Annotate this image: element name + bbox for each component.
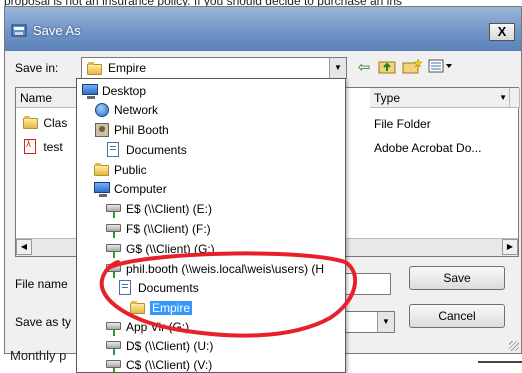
view-menu-icon[interactable] [427,58,455,78]
resize-grip-icon[interactable] [509,341,519,351]
file-row-type: Adobe Acrobat Do... [374,141,482,155]
dropdown-item-drive-h[interactable]: phil.booth (\\weis.local\weis\users) (H [105,259,324,278]
dialog-title: Save As [33,23,81,38]
file-row-name: Clas [43,116,68,130]
save-in-value: Empire [108,61,147,75]
save-button[interactable]: Save [409,266,505,290]
close-button[interactable]: X [489,23,515,41]
dropdown-item-network[interactable]: Network [93,100,158,118]
back-arrow-icon[interactable]: ⇦ [355,58,373,78]
save-in-dropdown-list[interactable]: Desktop Network Phil Booth Documents Pub… [76,78,346,373]
dropdown-item-app-vir[interactable]: App Vir (G:) [105,317,189,336]
column-type-label: Type [374,91,401,105]
dropdown-item-h-documents[interactable]: Documents [117,278,199,296]
chevron-down-icon[interactable]: ▼ [329,58,346,78]
file-row-type: File Folder [374,117,431,131]
file-name-label: File name [15,277,68,291]
documents-icon [117,279,135,296]
user-icon [93,122,111,138]
network-drive-icon [105,261,123,278]
folder-icon [22,115,40,131]
scroll-left-icon[interactable]: ◀ [16,239,32,255]
drive-icon [105,357,123,372]
dropdown-item-drive-v[interactable]: C$ (\\Client) (V:) [105,355,212,372]
drive-icon [105,319,123,336]
dropdown-item-drive-u[interactable]: D$ (\\Client) (U:) [105,336,213,355]
dropdown-item-drive-f[interactable]: F$ (\\Client) (F:) [105,219,211,238]
column-name-label: Name [20,91,53,105]
dropdown-item-documents[interactable]: Documents [105,140,187,158]
document-bottom-text: Monthly p [10,348,67,363]
documents-icon [105,141,123,158]
chevron-down-icon[interactable]: ▼ [377,312,394,332]
dropdown-item-computer[interactable]: Computer [93,179,167,197]
drive-icon [105,221,123,238]
dropdown-item-public[interactable]: Public [93,160,147,178]
folder-icon [86,61,104,77]
up-folder-icon[interactable] [377,58,397,78]
file-row-pdf[interactable]: test [22,139,63,155]
file-row-folder[interactable]: Clas [22,115,67,131]
drive-icon [105,338,123,355]
column-header-extra[interactable] [510,88,520,108]
column-header-type[interactable]: Type ▼ [370,88,510,108]
chevron-down-icon[interactable]: ▼ [499,88,507,108]
save-as-type-label: Save as ty [15,315,72,329]
dropdown-item-drive-e[interactable]: E$ (\\Client) (E:) [105,199,212,218]
computer-icon [93,181,111,197]
desktop-icon [81,83,99,99]
pdf-icon [22,139,40,155]
cancel-button[interactable]: Cancel [409,304,505,328]
dropdown-item-user[interactable]: Phil Booth [93,120,169,138]
new-folder-icon[interactable] [401,58,423,78]
save-in-combobox[interactable]: Empire ▼ [81,57,347,79]
dropdown-item-desktop[interactable]: Desktop [81,81,146,99]
drive-icon [105,241,123,258]
folder-icon [93,162,111,178]
save-in-label: Save in: [15,61,59,75]
file-row-name: test [43,140,63,154]
network-icon [93,102,111,118]
scroll-right-icon[interactable]: ▶ [502,239,518,255]
folder-icon [129,300,147,316]
dropdown-item-drive-g[interactable]: G$ (\\Client) (G:) [105,239,215,258]
document-rule-line [478,361,522,363]
save-as-window-icon [11,24,27,37]
dropdown-item-empire[interactable]: Empire [129,298,193,316]
title-bar[interactable]: Save As X [5,7,521,51]
drive-icon [105,201,123,218]
